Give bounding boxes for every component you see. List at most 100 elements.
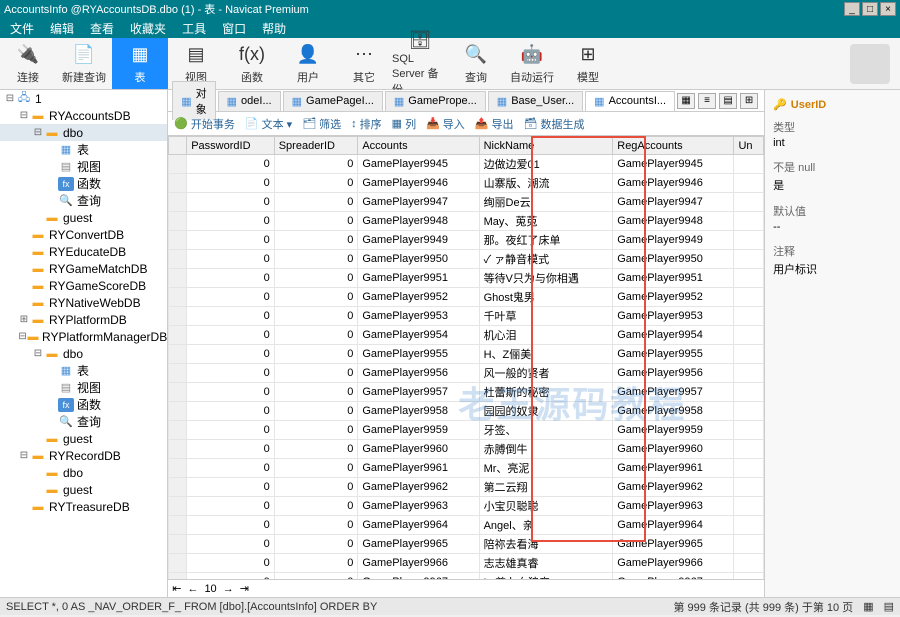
tree-node-RYEducateDB[interactable]: ▬RYEducateDB — [0, 243, 167, 260]
cell[interactable]: 0 — [274, 535, 358, 554]
cell[interactable]: 0 — [187, 440, 275, 459]
table-row[interactable]: 00GamePlayer9951等待V只为与你相遇GamePlayer9951 — [169, 269, 764, 288]
cell[interactable]: GamePlayer9952 — [613, 288, 734, 307]
cell[interactable]: 0 — [274, 383, 358, 402]
cell[interactable]: GamePlayer9947 — [358, 193, 479, 212]
cell[interactable]: GamePlayer9967 — [358, 573, 479, 580]
table-row[interactable]: 00GamePlayer9967Lv尊卜血狼帝GamePlayer9967 — [169, 573, 764, 580]
table-row[interactable]: 00GamePlayer9955H、Z俪美GamePlayer9955 — [169, 345, 764, 364]
table-row[interactable]: 00GamePlayer9964Angel、亲GamePlayer9964 — [169, 516, 764, 535]
row-handle[interactable] — [169, 554, 187, 573]
cell[interactable]: GamePlayer9960 — [358, 440, 479, 459]
nav-last-icon[interactable]: ⇥ — [240, 582, 249, 595]
action-列[interactable]: ▦列 — [392, 116, 416, 132]
col-PasswordID[interactable]: PasswordID — [187, 137, 275, 155]
row-handle[interactable] — [169, 364, 187, 383]
cell[interactable] — [734, 421, 764, 440]
table-row[interactable]: 00GamePlayer9953千叶草GamePlayer9953 — [169, 307, 764, 326]
table-row[interactable]: 00GamePlayer9945边做边爱01GamePlayer9945 — [169, 155, 764, 174]
cell[interactable]: Angel、亲 — [479, 516, 613, 535]
tree-twisty-icon[interactable]: ⊟ — [32, 348, 44, 359]
cell[interactable]: GamePlayer9949 — [358, 231, 479, 250]
cell[interactable]: GamePlayer9963 — [358, 497, 479, 516]
table-row[interactable]: 00GamePlayer9956风一般的贤者GamePlayer9956 — [169, 364, 764, 383]
tree-node-RYTreasureDB[interactable]: ▬RYTreasureDB — [0, 498, 167, 515]
table-row[interactable]: 00GamePlayer9958园园的奴隶GamePlayer9958 — [169, 402, 764, 421]
table-row[interactable]: 00GamePlayer9963小宝贝聪聪GamePlayer9963 — [169, 497, 764, 516]
cell[interactable] — [734, 250, 764, 269]
cell[interactable]: 那。夜红了床单 — [479, 231, 613, 250]
cell[interactable]: 0 — [187, 155, 275, 174]
cell[interactable]: 0 — [274, 326, 358, 345]
cell[interactable]: ✓ ァ静音模式 — [479, 250, 613, 269]
tree-node-RYGameScoreDB[interactable]: ▬RYGameScoreDB — [0, 277, 167, 294]
toolbar-SQL Server 备份[interactable]: 🗄SQL Server 备份 — [392, 38, 448, 89]
tree-node-RYPlatformManagerDB[interactable]: ⊟▬RYPlatformManagerDB — [0, 328, 167, 345]
table-row[interactable]: 00GamePlayer9966志志雄真睿GamePlayer9966 — [169, 554, 764, 573]
cell[interactable]: GamePlayer9964 — [358, 516, 479, 535]
table-row[interactable]: 00GamePlayer9962第二云翔GamePlayer9962 — [169, 478, 764, 497]
row-handle[interactable] — [169, 155, 187, 174]
row-handle[interactable] — [169, 402, 187, 421]
row-handle[interactable] — [169, 212, 187, 231]
action-数据生成[interactable]: 🗃数据生成 — [523, 116, 584, 132]
cell[interactable]: GamePlayer9957 — [358, 383, 479, 402]
cell[interactable]: GamePlayer9949 — [613, 231, 734, 250]
row-handle[interactable] — [169, 440, 187, 459]
cell[interactable]: 绚丽De云 — [479, 193, 613, 212]
table-row[interactable]: 00GamePlayer9947绚丽De云GamePlayer9947 — [169, 193, 764, 212]
cell[interactable]: GamePlayer9966 — [613, 554, 734, 573]
tree-twisty-icon[interactable]: ⊟ — [4, 93, 16, 104]
cell[interactable]: GamePlayer9961 — [358, 459, 479, 478]
cell[interactable]: 杜蕾斯的秘密 — [479, 383, 613, 402]
cell[interactable]: 小宝贝聪聪 — [479, 497, 613, 516]
cell[interactable]: GamePlayer9962 — [613, 478, 734, 497]
cell[interactable]: 0 — [274, 345, 358, 364]
tree-twisty-icon[interactable]: ⊟ — [32, 127, 44, 138]
cell[interactable]: 0 — [187, 478, 275, 497]
nav-first-icon[interactable]: ⇤ — [172, 582, 181, 595]
cell[interactable]: 等待V只为与你相遇 — [479, 269, 613, 288]
cell[interactable] — [734, 478, 764, 497]
view-grid-icon[interactable]: ⊞ — [740, 93, 758, 109]
status-form-icon[interactable]: ▤ — [884, 600, 894, 613]
menu-查看[interactable]: 查看 — [90, 20, 114, 37]
cell[interactable]: GamePlayer9957 — [613, 383, 734, 402]
cell[interactable]: 山寨版、潮流 — [479, 174, 613, 193]
cell[interactable]: GamePlayer9948 — [358, 212, 479, 231]
tree-node-表[interactable]: ▦表 — [0, 362, 167, 379]
toolbar-用户[interactable]: 👤用户 — [280, 38, 336, 89]
nav-prev-icon[interactable]: ← — [187, 583, 198, 595]
cell[interactable]: 0 — [187, 326, 275, 345]
cell[interactable]: 机心泪 — [479, 326, 613, 345]
cell[interactable]: 0 — [274, 288, 358, 307]
cell[interactable]: 0 — [274, 250, 358, 269]
tree-node-dbo[interactable]: ⊟▬dbo — [0, 345, 167, 362]
cell[interactable]: 0 — [187, 250, 275, 269]
cell[interactable]: GamePlayer9947 — [613, 193, 734, 212]
tree-twisty-icon[interactable]: ⊟ — [18, 331, 27, 342]
cell[interactable]: GamePlayer9948 — [613, 212, 734, 231]
cell[interactable]: GamePlayer9953 — [613, 307, 734, 326]
cell[interactable]: 0 — [187, 554, 275, 573]
cell[interactable]: 0 — [274, 516, 358, 535]
table-row[interactable]: 00GamePlayer9950✓ ァ静音模式GamePlayer9950 — [169, 250, 764, 269]
action-导入[interactable]: 📥导入 — [426, 116, 465, 132]
cell[interactable]: GamePlayer9965 — [358, 535, 479, 554]
nav-next-icon[interactable]: → — [223, 583, 234, 595]
toolbar-其它[interactable]: ⋯其它 — [336, 38, 392, 89]
cell[interactable] — [734, 345, 764, 364]
cell[interactable]: GamePlayer9946 — [358, 174, 479, 193]
cell[interactable] — [734, 193, 764, 212]
tree-node-RYPlatformDB[interactable]: ⊞▬RYPlatformDB — [0, 311, 167, 328]
cell[interactable]: GamePlayer9950 — [358, 250, 479, 269]
cell[interactable] — [734, 383, 764, 402]
maximize-button[interactable]: □ — [862, 2, 878, 16]
cell[interactable]: GamePlayer9951 — [613, 269, 734, 288]
table-row[interactable]: 00GamePlayer9959牙签、GamePlayer9959 — [169, 421, 764, 440]
cell[interactable]: GamePlayer9953 — [358, 307, 479, 326]
cell[interactable]: 0 — [187, 269, 275, 288]
cell[interactable]: GamePlayer9964 — [613, 516, 734, 535]
view-detail-icon[interactable]: ▤ — [719, 93, 737, 109]
cell[interactable]: 0 — [274, 174, 358, 193]
